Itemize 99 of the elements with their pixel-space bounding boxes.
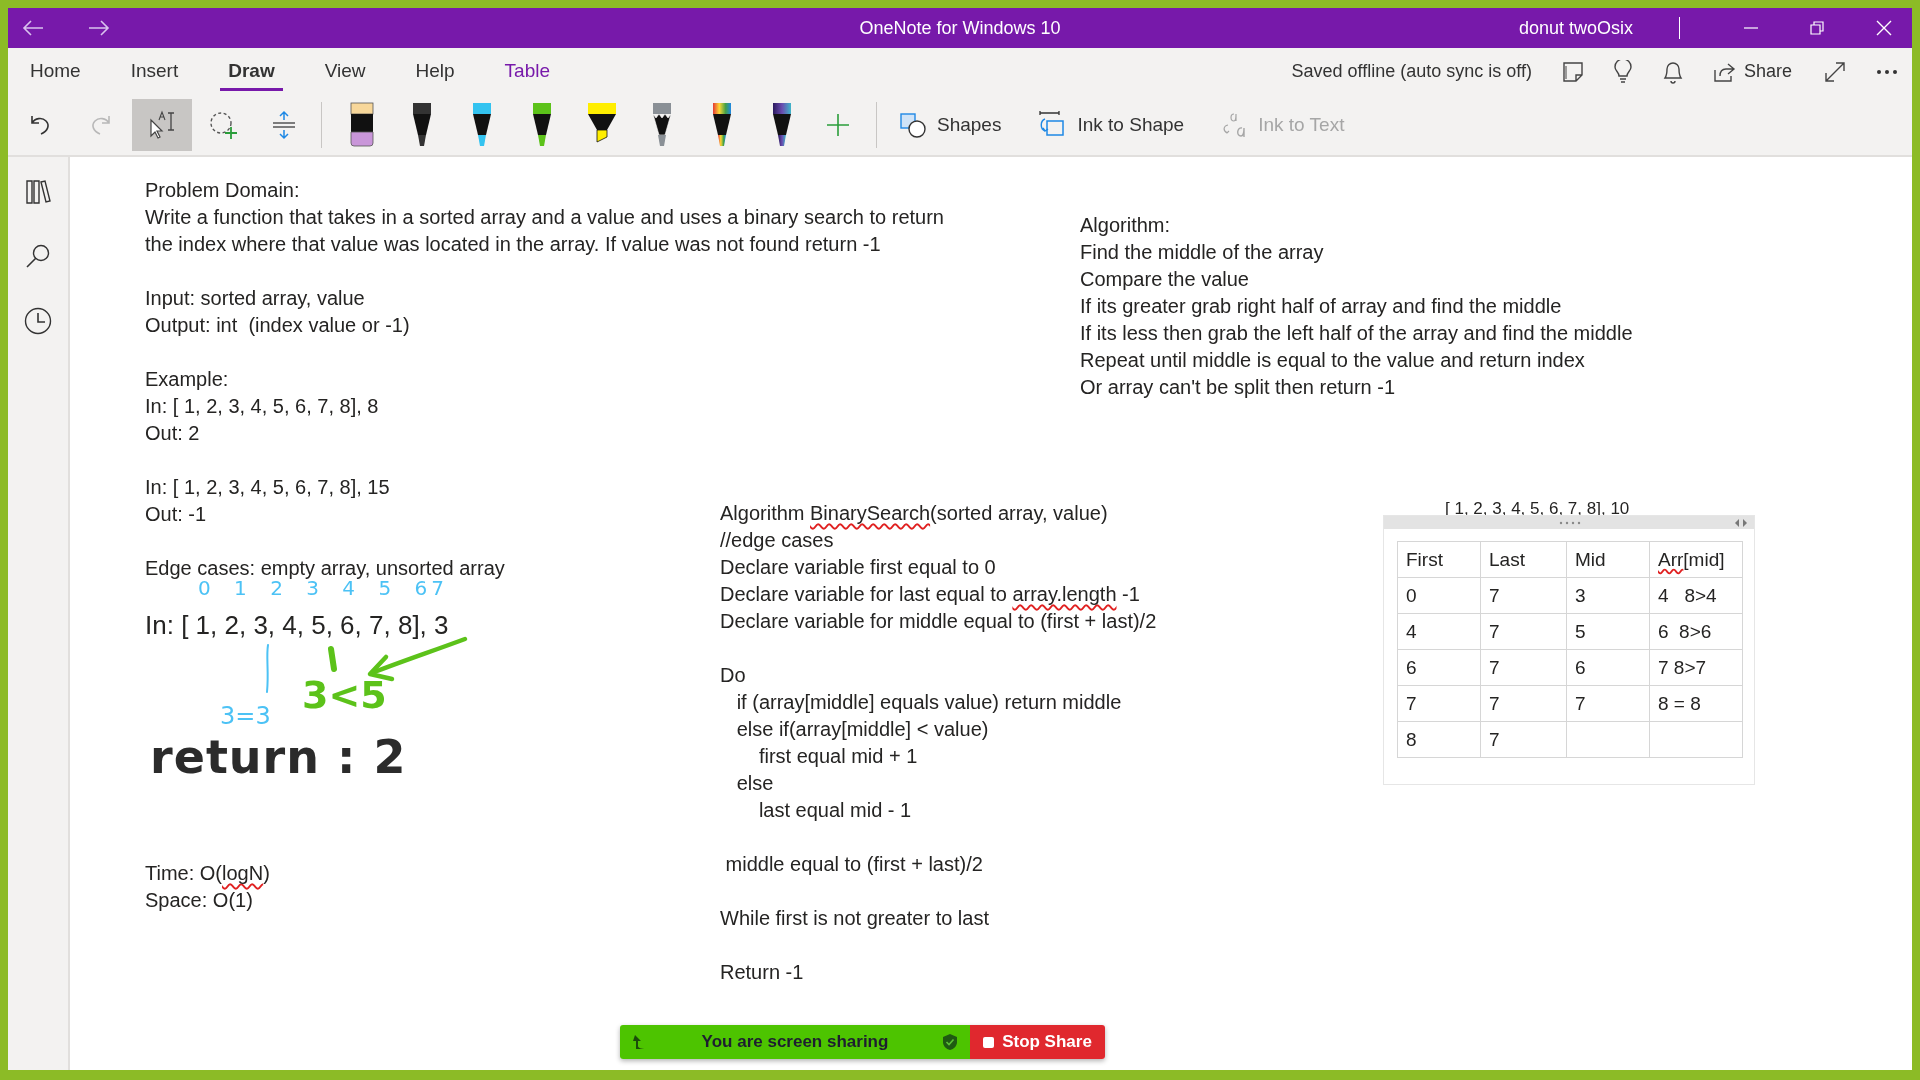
- select-text-button[interactable]: [132, 99, 192, 151]
- window-title: OneNote for Windows 10: [859, 17, 1061, 39]
- note-text: Do: [720, 663, 746, 688]
- column-header: Arr[mid]: [1649, 541, 1743, 578]
- ribbon-tab[interactable]: Insert: [122, 52, 187, 91]
- table-cell: 7: [1480, 685, 1567, 722]
- table-cell: 7: [1480, 613, 1567, 650]
- note-text: Algorithm BinarySearch(sorted array, value): [720, 501, 1108, 526]
- table-cell: 5: [1566, 613, 1650, 650]
- note-text: Find the middle of the array: [1080, 240, 1324, 265]
- table-cell: 6: [1397, 649, 1481, 686]
- forward-icon[interactable]: [88, 20, 110, 36]
- ink-to-shape-button[interactable]: Ink to Shape: [1033, 107, 1189, 143]
- shapes-icon: [899, 112, 927, 138]
- ribbon-tab[interactable]: Help: [407, 52, 463, 91]
- shapes-button[interactable]: Shapes: [895, 108, 1006, 142]
- note-text: Algorithm:: [1080, 213, 1171, 238]
- note-text: Space: O(1): [145, 888, 253, 913]
- note-text: Out: -1: [145, 502, 207, 527]
- lightbulb-icon[interactable]: [1613, 59, 1632, 84]
- note-text: the index where that value was located in the array. If value was not found return -1: [145, 232, 881, 257]
- close-icon[interactable]: [1876, 20, 1892, 36]
- search-icon[interactable]: [25, 243, 51, 269]
- note-text: else if(array[middle] < value): [735, 717, 989, 742]
- table-cell: 3: [1566, 577, 1650, 614]
- note-text: first equal mid + 1: [757, 744, 918, 769]
- note-text: Declare variable first equal to 0: [720, 555, 996, 580]
- note-text: Declare variable for last equal to array.length -1: [720, 582, 1140, 607]
- user-name[interactable]: donut twoOsix: [1518, 17, 1633, 39]
- ribbon-tab[interactable]: Table: [496, 52, 559, 91]
- table-cell: 4: [1397, 613, 1481, 650]
- handwritten-ink: 3=3: [220, 703, 271, 730]
- grip-icon: [1559, 521, 1581, 525]
- table-cell: 6 8>6: [1649, 613, 1743, 650]
- note-text: If its greater grab right half of array and find the middle: [1080, 294, 1562, 319]
- restore-icon[interactable]: [1810, 21, 1824, 35]
- eraser-icon[interactable]: [347, 102, 377, 148]
- container-handle[interactable]: [1384, 516, 1754, 529]
- column-header: Mid: [1566, 541, 1650, 578]
- table-cell: 7: [1480, 721, 1567, 758]
- ribbon-tab[interactable]: Draw: [220, 52, 283, 91]
- column-header: First: [1397, 541, 1481, 578]
- stop-share-button[interactable]: Stop Share: [970, 1025, 1105, 1059]
- recent-icon[interactable]: [24, 307, 52, 335]
- note-text: Input: sorted array, value: [145, 286, 365, 311]
- table-cell: 4 8>4: [1649, 577, 1743, 614]
- table-cell: 7: [1480, 577, 1567, 614]
- note-text: In: [ 1, 2, 3, 4, 5, 6, 7, 8], 3: [145, 609, 449, 642]
- table-cell: 7: [1480, 649, 1567, 686]
- handwritten-ink: 3<5: [302, 675, 387, 717]
- note-text: Compare the value: [1080, 267, 1249, 292]
- table-cell: 7 8>7: [1649, 649, 1743, 686]
- note-text: In: [ 1, 2, 3, 4, 5, 6, 7, 8], 15: [145, 475, 390, 500]
- sharing-message: You are screen sharing: [700, 1032, 890, 1052]
- bell-icon[interactable]: [1661, 59, 1684, 84]
- expand-icon[interactable]: [1824, 60, 1846, 83]
- table-cell: 6: [1566, 649, 1650, 686]
- note-text: Example:: [145, 367, 229, 392]
- note-text: if (array[middle] equals value) return middle: [735, 690, 1122, 715]
- sync-status: Saved offline (auto sync is off): [1291, 61, 1532, 82]
- note-text: else: [735, 771, 774, 796]
- table-cell: 7: [1397, 685, 1481, 722]
- table-cell: 0: [1397, 577, 1481, 614]
- table-cell: 7: [1566, 685, 1650, 722]
- lasso-icon: [208, 110, 238, 140]
- note-text: If its less then grab the left half of the array and find the middle: [1080, 321, 1633, 346]
- note-text: Write a function that takes in a sorted array and a value and uses a binary search to return: [145, 205, 944, 230]
- share-button[interactable]: Share: [1713, 61, 1792, 82]
- column-header: Last: [1480, 541, 1567, 578]
- note-text: Declare variable for middle equal to (first + last)/2: [720, 609, 1157, 634]
- note-text: Problem Domain:: [145, 178, 300, 203]
- resize-arrows-icon: [1734, 519, 1748, 527]
- note-text: Or array can't be split then return -1: [1080, 375, 1396, 400]
- sticky-note-icon[interactable]: [1561, 60, 1584, 83]
- back-icon[interactable]: [22, 20, 44, 36]
- note-text: Repeat until middle is equal to the value and return index: [1080, 348, 1585, 373]
- note-text: Edge cases: empty array, unsorted array: [145, 556, 505, 579]
- add-space-icon: [271, 110, 297, 140]
- table-cell: 8 = 8: [1649, 685, 1743, 722]
- shield-icon: [942, 1033, 958, 1051]
- note-text: Time: O(logN): [145, 861, 270, 886]
- note-text: middle equal to (first + last)/2: [724, 852, 983, 877]
- share-icon: [1713, 61, 1736, 82]
- note-text: //edge cases: [720, 528, 834, 553]
- notebooks-icon[interactable]: [25, 179, 51, 205]
- table-cell: 8: [1397, 721, 1481, 758]
- note-text: In: [ 1, 2, 3, 4, 5, 6, 7, 8], 8: [145, 394, 379, 419]
- ribbon-tab[interactable]: Home: [22, 52, 89, 91]
- ink-line: [266, 644, 269, 693]
- ribbon-tab[interactable]: View: [316, 52, 374, 91]
- note-text: Return -1: [720, 960, 804, 985]
- note-text: Output: int (index value or -1): [145, 313, 410, 338]
- more-icon[interactable]: [1876, 68, 1898, 75]
- note-text: While first is not greater to last: [720, 906, 989, 931]
- ink-stroke: [328, 646, 337, 672]
- handwritten-ink: return : 2: [150, 732, 407, 783]
- note-text: last equal mid - 1: [757, 798, 912, 823]
- cursor-text-icon: [147, 110, 177, 140]
- note-text: Out: 2: [145, 421, 200, 446]
